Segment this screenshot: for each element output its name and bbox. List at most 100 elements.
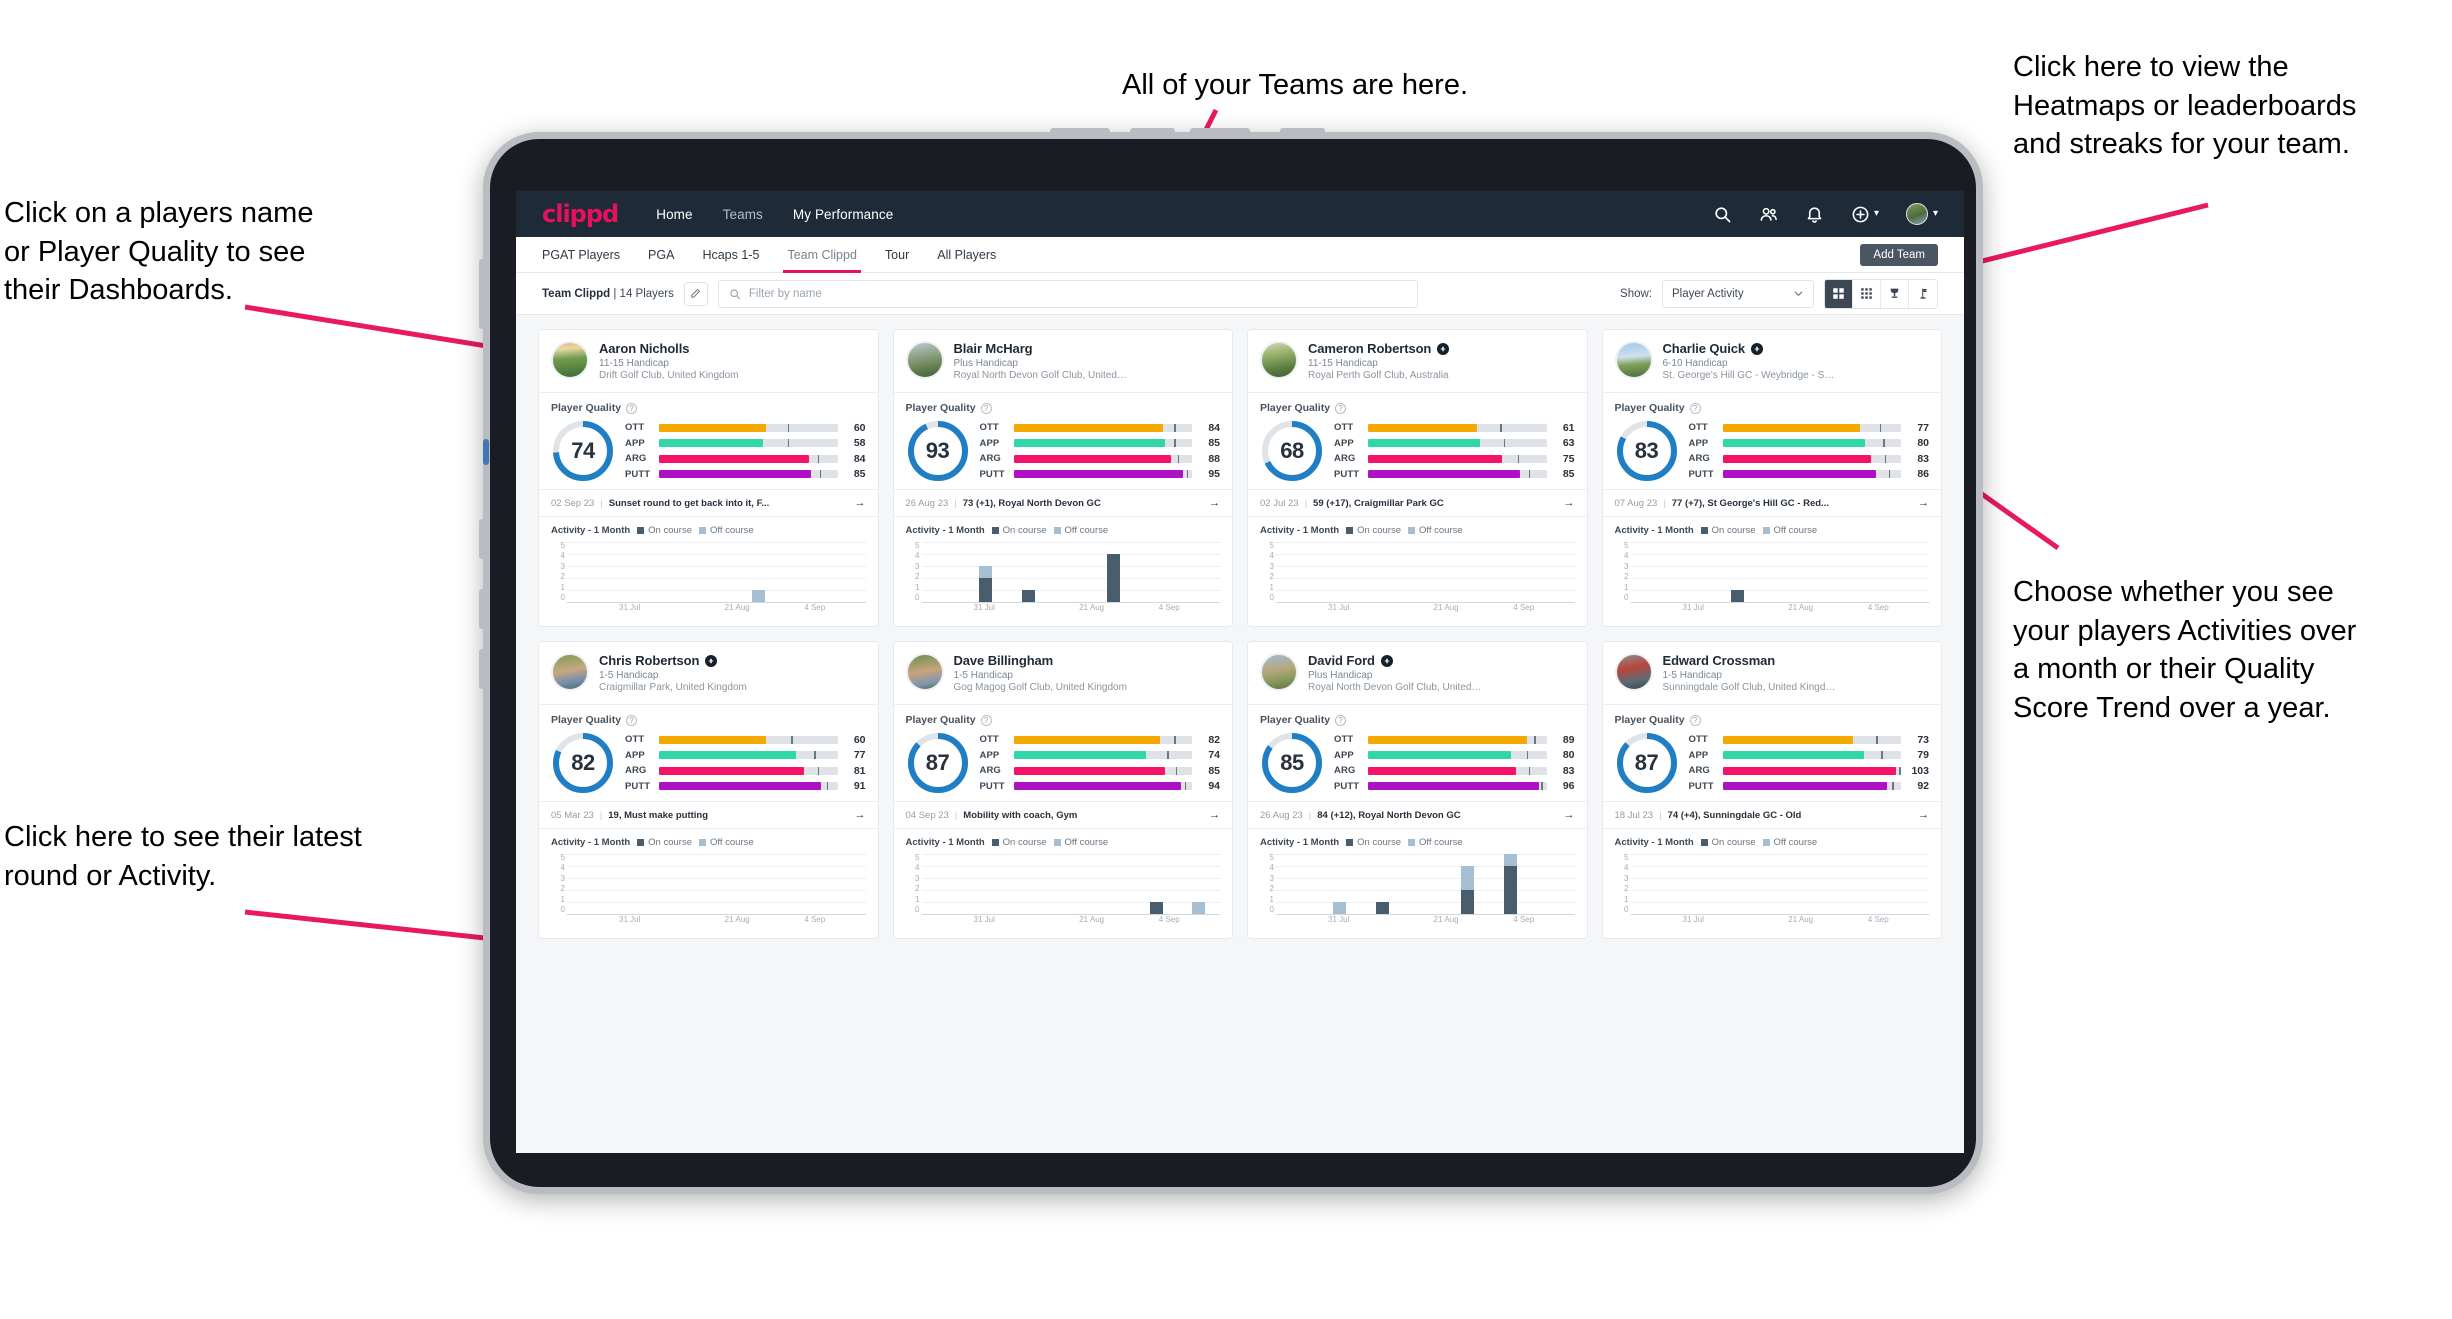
tab-team-clippd[interactable]: Team Clippd (783, 237, 862, 273)
player-name[interactable]: Chris Robertson (599, 653, 699, 668)
arrow-right-icon[interactable]: → (1918, 497, 1929, 509)
player-name[interactable]: Blair McHarg (954, 341, 1033, 356)
latest-round-row[interactable]: 07 Aug 23 | 77 (+7), St George's Hill GC… (1602, 489, 1941, 517)
latest-round-row[interactable]: 05 Mar 23 | 19, Must make putting → (539, 801, 878, 829)
view-grid-large-button[interactable] (1825, 279, 1853, 308)
tab-hcaps-1-5[interactable]: Hcaps 1-5 (702, 237, 759, 273)
help-icon[interactable]: ? (1335, 714, 1347, 726)
quality-score-donut[interactable]: 85 (1260, 731, 1324, 795)
notification-bell-icon[interactable] (1805, 205, 1824, 224)
quality-score-donut[interactable]: 74 (551, 419, 615, 483)
quality-score-donut[interactable]: 87 (906, 731, 970, 795)
quality-score-donut[interactable]: 87 (1615, 731, 1679, 795)
quality-score-donut[interactable]: 93 (906, 419, 970, 483)
clippd-logo[interactable]: clippd (542, 200, 619, 228)
player-quality-section[interactable]: Player Quality ? 68 OTT 61 APP 63 ARG 75… (1248, 393, 1587, 489)
arrow-right-icon[interactable]: → (1564, 497, 1575, 509)
player-quality-section[interactable]: Player Quality ? 87 OTT 73 APP 79 ARG 10… (1603, 705, 1942, 801)
help-icon[interactable]: ? (626, 714, 638, 726)
player-name[interactable]: Dave Billingham (954, 653, 1054, 668)
player-avatar[interactable] (1260, 341, 1298, 379)
player-card[interactable]: David Ford Plus Handicap Royal North Dev… (1247, 641, 1588, 939)
player-header[interactable]: Charlie Quick 6-10 Handicap St. George's… (1603, 330, 1942, 392)
player-header[interactable]: Chris Robertson 1-5 Handicap Craigmillar… (539, 642, 878, 704)
player-card[interactable]: Chris Robertson 1-5 Handicap Craigmillar… (538, 641, 879, 939)
arrow-right-icon[interactable]: → (1209, 497, 1220, 509)
latest-round-row[interactable]: 26 Aug 23 | 73 (+1), Royal North Devon G… (893, 489, 1232, 517)
player-header[interactable]: Blair McHarg Plus Handicap Royal North D… (894, 330, 1233, 392)
arrow-right-icon[interactable]: → (855, 809, 866, 821)
latest-round-row[interactable]: 18 Jul 23 | 74 (+4), Sunningdale GC - Ol… (1602, 801, 1941, 829)
arrow-right-icon[interactable]: → (855, 497, 866, 509)
avatar[interactable] (1905, 203, 1928, 225)
player-name[interactable]: David Ford (1308, 653, 1375, 668)
people-icon[interactable] (1759, 205, 1778, 224)
latest-round-row[interactable]: 02 Sep 23 | Sunset round to get back int… (539, 489, 878, 517)
player-quality-section[interactable]: Player Quality ? 83 OTT 77 APP 80 ARG 83… (1603, 393, 1942, 489)
nav-item-teams[interactable]: Teams (723, 207, 763, 222)
player-avatar[interactable] (1260, 653, 1298, 691)
player-avatar[interactable] (1614, 653, 1653, 691)
player-avatar[interactable] (905, 341, 944, 379)
edit-team-button[interactable] (683, 281, 708, 306)
player-header[interactable]: Edward Crossman 1-5 Handicap Sunningdale… (1603, 642, 1942, 704)
player-name[interactable]: Aaron Nicholls (599, 341, 689, 356)
player-quality-section[interactable]: Player Quality ? 93 OTT 84 APP 85 ARG 88… (894, 393, 1233, 489)
player-header[interactable]: Cameron Robertson 11-15 Handicap Royal P… (1248, 330, 1587, 392)
player-header[interactable]: Dave Billingham 1-5 Handicap Gog Magog G… (894, 642, 1233, 704)
nav-item-my-performance[interactable]: My Performance (793, 207, 893, 222)
show-select[interactable]: Player Activity (1662, 279, 1814, 308)
player-name[interactable]: Charlie Quick (1663, 341, 1746, 356)
player-card[interactable]: Aaron Nicholls 11-15 Handicap Drift Golf… (538, 329, 879, 627)
y-tick: 0 (1269, 592, 1274, 602)
tab-all-players[interactable]: All Players (937, 237, 996, 273)
chevron-down-icon[interactable]: ▾ (1933, 209, 1938, 219)
arrow-right-icon[interactable]: → (1209, 809, 1220, 821)
player-card[interactable]: Dave Billingham 1-5 Handicap Gog Magog G… (892, 641, 1233, 939)
player-quality-section[interactable]: Player Quality ? 85 OTT 89 APP 80 ARG 83… (1248, 705, 1587, 801)
help-icon[interactable]: ? (980, 402, 992, 414)
add-menu[interactable]: ▾ (1851, 205, 1879, 224)
nav-item-home[interactable]: Home (656, 207, 692, 222)
help-icon[interactable]: ? (1335, 402, 1347, 414)
view-grid-small-button[interactable] (1853, 279, 1881, 308)
tab-tour[interactable]: Tour (885, 237, 909, 273)
player-quality-section[interactable]: Player Quality ? 82 OTT 60 APP 77 ARG 81… (539, 705, 878, 801)
player-quality-section[interactable]: Player Quality ? 87 OTT 82 APP 74 ARG 85… (894, 705, 1233, 801)
player-header[interactable]: Aaron Nicholls 11-15 Handicap Drift Golf… (539, 330, 878, 392)
latest-round-row[interactable]: 26 Aug 23 | 84 (+12), Royal North Devon … (1248, 801, 1587, 829)
player-name[interactable]: Edward Crossman (1663, 653, 1776, 668)
help-icon[interactable]: ? (626, 402, 638, 414)
player-quality-section[interactable]: Player Quality ? 74 OTT 60 APP 58 ARG 84… (539, 393, 878, 489)
player-avatar[interactable] (551, 653, 589, 691)
latest-round-row[interactable]: 02 Jul 23 | 59 (+17), Craigmillar Park G… (1248, 489, 1587, 517)
tab-pga[interactable]: PGA (648, 237, 674, 273)
view-heatmap-button[interactable] (1909, 279, 1937, 308)
user-menu[interactable]: ▾ (1905, 203, 1938, 225)
add-team-button[interactable]: Add Team (1860, 243, 1938, 266)
player-card[interactable]: Cameron Robertson 11-15 Handicap Royal P… (1247, 329, 1588, 627)
search-input[interactable]: Filter by name (717, 279, 1418, 308)
quality-score-donut[interactable]: 83 (1615, 419, 1679, 483)
arrow-right-icon[interactable]: → (1564, 809, 1575, 821)
player-avatar[interactable] (551, 341, 589, 379)
help-icon[interactable]: ? (1689, 714, 1701, 726)
search-icon[interactable] (1713, 205, 1732, 224)
view-leaderboard-button[interactable] (1881, 279, 1909, 308)
help-icon[interactable]: ? (1689, 402, 1701, 414)
help-icon[interactable]: ? (980, 714, 992, 726)
latest-round-row[interactable]: 04 Sep 23 | Mobility with coach, Gym → (893, 801, 1232, 829)
chevron-down-icon[interactable]: ▾ (1874, 209, 1879, 219)
player-avatar[interactable] (1614, 341, 1653, 379)
quality-score-donut[interactable]: 68 (1260, 419, 1324, 483)
plus-circle-icon[interactable] (1851, 205, 1870, 224)
player-header[interactable]: David Ford Plus Handicap Royal North Dev… (1248, 642, 1587, 704)
arrow-right-icon[interactable]: → (1918, 809, 1929, 821)
player-card[interactable]: Edward Crossman 1-5 Handicap Sunningdale… (1601, 641, 1942, 939)
player-avatar[interactable] (905, 653, 944, 691)
quality-score-donut[interactable]: 82 (551, 731, 615, 795)
player-name[interactable]: Cameron Robertson (1308, 341, 1431, 356)
player-card[interactable]: Charlie Quick 6-10 Handicap St. George's… (1601, 329, 1942, 627)
tab-pgat-players[interactable]: PGAT Players (542, 237, 620, 273)
player-card[interactable]: Blair McHarg Plus Handicap Royal North D… (892, 329, 1233, 627)
